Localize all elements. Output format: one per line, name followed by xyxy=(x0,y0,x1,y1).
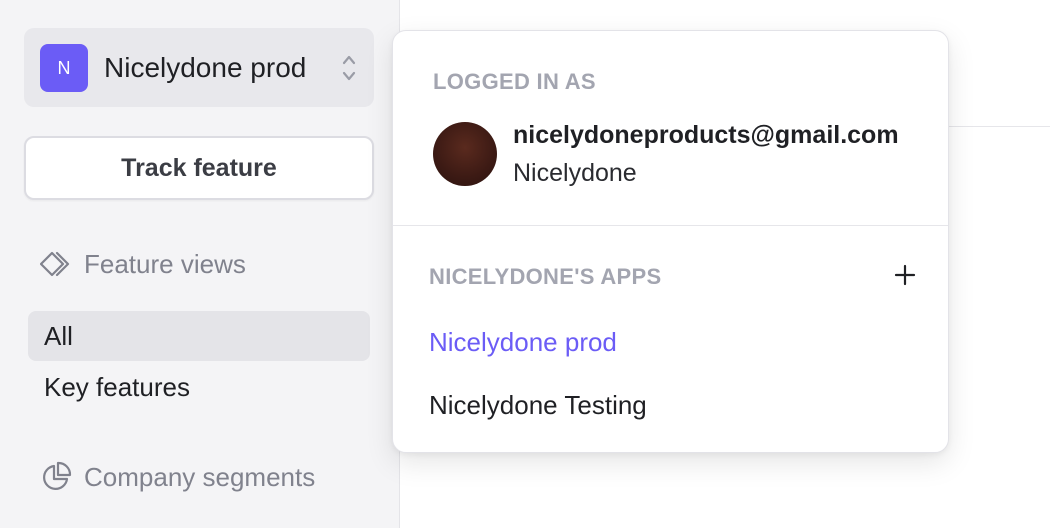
apps-section-label: NICELYDONE'S APPS xyxy=(429,264,662,289)
dropdown-divider xyxy=(393,225,948,226)
app-switcher[interactable]: N Nicelydone prod xyxy=(24,28,374,107)
sidebar: N Nicelydone prod Track feature Feature … xyxy=(0,0,400,528)
feature-views-label: Feature views xyxy=(84,248,246,279)
logged-in-label: LOGGED IN AS xyxy=(433,69,596,94)
feature-view-label: All xyxy=(44,320,73,351)
account-dropdown: LOGGED IN AS nicelydoneproducts@gmail.co… xyxy=(392,30,949,453)
feature-views-heading[interactable]: Feature views xyxy=(40,248,246,280)
feature-view-key-features[interactable]: Key features xyxy=(28,362,370,412)
track-feature-button[interactable]: Track feature xyxy=(24,136,374,200)
feature-view-all[interactable]: All xyxy=(28,311,370,361)
app-option-nicelydone-prod[interactable]: Nicelydone prod xyxy=(429,327,617,358)
current-app-name: Nicelydone prod xyxy=(104,52,307,83)
plus-icon[interactable] xyxy=(893,263,917,287)
pie-chart-icon xyxy=(43,461,72,490)
user-email: nicelydoneproducts@gmail.com xyxy=(513,121,899,149)
user-name: Nicelydone xyxy=(513,159,637,187)
company-segments-label: Company segments xyxy=(84,461,316,492)
diamond-arrow-icon xyxy=(40,251,70,277)
app-option-nicelydone-testing[interactable]: Nicelydone Testing xyxy=(429,390,647,421)
user-avatar xyxy=(433,122,497,186)
app-avatar: N xyxy=(40,44,88,92)
company-segments-heading[interactable]: Company segments xyxy=(40,461,315,493)
chevron-updown-icon xyxy=(342,55,356,81)
feature-view-label: Key features xyxy=(44,371,190,402)
